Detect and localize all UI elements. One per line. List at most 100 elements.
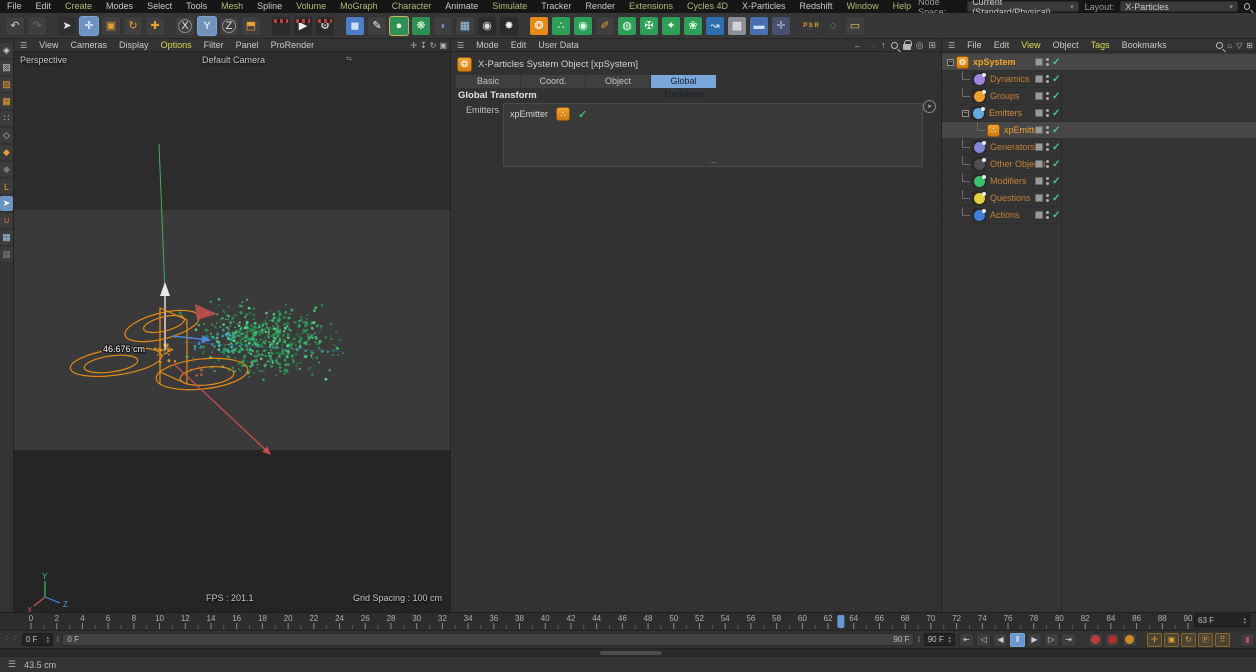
render-picture-viewer-icon[interactable]: ▶ [293, 16, 313, 36]
preview-range-slider[interactable]: 0 F 90 F [62, 633, 914, 646]
enable-snap-icon[interactable]: ➤ [0, 196, 13, 211]
om-menu-edit[interactable]: Edit [988, 39, 1016, 52]
expand-collapse-icon[interactable]: − [962, 110, 969, 117]
enabled-check-icon[interactable]: ✓ [1052, 176, 1060, 187]
tab-basic[interactable]: Basic [456, 75, 521, 88]
om-menu-file[interactable]: File [961, 39, 988, 52]
enabled-check-icon[interactable]: ✓ [578, 108, 587, 121]
drag-grip[interactable]: ‖ [914, 635, 923, 644]
other-objects-icon[interactable] [972, 157, 986, 171]
pause-button[interactable]: ‖ [1010, 633, 1025, 647]
home-icon[interactable]: ⌂ [1227, 41, 1232, 50]
start-frame-field[interactable]: 0 F ▴▾ [22, 633, 53, 646]
viewport-menu-cameras[interactable]: Cameras [65, 39, 114, 52]
menu-mograph[interactable]: MoGraph [333, 0, 385, 13]
frame-stepper[interactable]: ▴▾ [1243, 617, 1246, 625]
timeline-ruler[interactable]: 0246810121416182022242628303234363840424… [0, 612, 1256, 630]
menu-x-particles[interactable]: X-Particles [735, 0, 793, 13]
autokeying-button[interactable] [1105, 633, 1120, 647]
current-frame-field[interactable]: 63 F ▴▾ [1194, 614, 1250, 627]
menu-window[interactable]: Window [840, 0, 886, 13]
search-icon[interactable] [891, 42, 898, 49]
xp-emitter-icon[interactable]: ∴ [551, 16, 571, 36]
xp-generator-icon[interactable]: ◉ [573, 16, 593, 36]
emitters-icon[interactable] [971, 106, 985, 120]
enable-toggle[interactable] [1035, 160, 1043, 168]
om-menu-tags[interactable]: Tags [1085, 39, 1116, 52]
keyframe-mode-button[interactable]: ▮ [1240, 633, 1255, 647]
next-key-button[interactable]: ▷ [1044, 633, 1059, 647]
enabled-check-icon[interactable]: ✓ [1052, 125, 1060, 136]
undo-icon[interactable]: ↶ [5, 16, 25, 36]
questions-icon[interactable] [972, 191, 986, 205]
light-icon[interactable]: ✸ [499, 16, 519, 36]
enabled-check-icon[interactable]: ✓ [1052, 159, 1060, 170]
xparticles-system-icon[interactable]: ❂ [529, 16, 549, 36]
lock-icon[interactable] [903, 44, 911, 50]
menu-help[interactable]: Help [886, 0, 919, 13]
texture-mode-icon[interactable]: ▨ [0, 77, 13, 92]
tree-row-xpemitter[interactable]: ∴xpEmitter✓ [942, 122, 1256, 139]
rotate-view-icon[interactable]: ↻ [430, 41, 437, 50]
scrollbar-handle[interactable] [600, 651, 662, 655]
key-scale-toggle[interactable]: ▣ [1164, 633, 1179, 647]
pick-object-button[interactable]: ➤ [923, 100, 936, 113]
xp-trail-icon[interactable]: ❀ [683, 16, 703, 36]
enable-toggle[interactable] [1035, 143, 1043, 151]
key-position-toggle[interactable]: ✛ [1147, 633, 1162, 647]
record-keyframe-button[interactable] [1088, 633, 1103, 647]
tab-object[interactable]: Object [586, 75, 651, 88]
menu-tools[interactable]: Tools [179, 0, 214, 13]
key-rotation-toggle[interactable]: ↻ [1181, 633, 1196, 647]
xp-explosia-icon[interactable]: ✛ [771, 16, 791, 36]
live-selection-icon[interactable]: ➤ [57, 16, 77, 36]
tree-row-dynamics[interactable]: Dynamics✓ [942, 71, 1256, 88]
enabled-check-icon[interactable]: ✓ [1052, 108, 1060, 119]
redo-icon[interactable]: ↷ [27, 16, 47, 36]
visibility-dots[interactable] [1046, 58, 1049, 66]
maximize-view-icon[interactable]: ▣ [439, 41, 447, 50]
render-settings-icon[interactable]: ⚙ [315, 16, 335, 36]
move-handle-arrow[interactable] [160, 282, 170, 296]
om-menu-view[interactable]: View [1015, 39, 1046, 52]
enabled-check-icon[interactable]: ✓ [1052, 193, 1060, 204]
tab-global-transform[interactable]: Global Transform [651, 75, 716, 88]
generators-icon[interactable] [972, 140, 986, 154]
tree-row-questions[interactable]: Questions✓ [942, 190, 1256, 207]
xp-sprite-icon[interactable]: ✐ [595, 16, 615, 36]
lock-x-axis-icon[interactable]: X [175, 16, 195, 36]
dynamics-icon[interactable] [972, 72, 986, 86]
xp-data-icon[interactable]: ▬ [749, 16, 769, 36]
add-panel-icon[interactable]: ⊞ [1246, 41, 1253, 50]
end-frame-stepper[interactable]: ▴▾ [948, 636, 951, 644]
enable-toggle[interactable] [1035, 177, 1043, 185]
tree-row-emitters[interactable]: −Emitters✓ [942, 105, 1256, 122]
menu-create[interactable]: Create [58, 0, 99, 13]
enable-toggle[interactable] [1035, 126, 1043, 134]
make-editable-icon[interactable]: ◈ [0, 43, 13, 58]
visibility-dots[interactable] [1046, 177, 1049, 185]
goto-start-button[interactable]: ⇤ [959, 633, 974, 647]
psr-icon[interactable]: P S R [801, 16, 821, 36]
menu-animate[interactable]: Animate [438, 0, 485, 13]
menu-file[interactable]: File [0, 0, 29, 13]
om-menu-icon[interactable]: ☰ [942, 41, 961, 50]
node-space-select[interactable]: Current (Standard/Physical) ▾ [967, 1, 1078, 12]
enable-toggle[interactable] [1035, 211, 1043, 219]
xp-curve-icon[interactable]: ↝ [705, 16, 725, 36]
x-axis-arrow[interactable] [174, 364, 270, 454]
viewport-menu-icon[interactable]: ☰ [14, 41, 33, 50]
xpsystem-icon[interactable]: ❂ [956, 56, 969, 69]
viewport-menu-panel[interactable]: Panel [230, 39, 265, 52]
expand-collapse-icon[interactable]: − [947, 59, 954, 66]
status-menu-icon[interactable]: ☰ [0, 659, 24, 670]
menu-mesh[interactable]: Mesh [214, 0, 250, 13]
keyframe-selection-button[interactable] [1122, 633, 1137, 647]
last-tool-icon[interactable]: ✚ [145, 16, 165, 36]
tree-row-other-objects[interactable]: Other Objects✓ [942, 156, 1256, 173]
search-icon[interactable] [1244, 3, 1250, 10]
menu-spline[interactable]: Spline [250, 0, 289, 13]
tab-coord-[interactable]: Coord. [521, 75, 586, 88]
emitters-list-box[interactable]: xpEmitter ∴ ✓ ⋯ [503, 103, 923, 167]
xp-modifier-icon[interactable]: ◍ [617, 16, 637, 36]
